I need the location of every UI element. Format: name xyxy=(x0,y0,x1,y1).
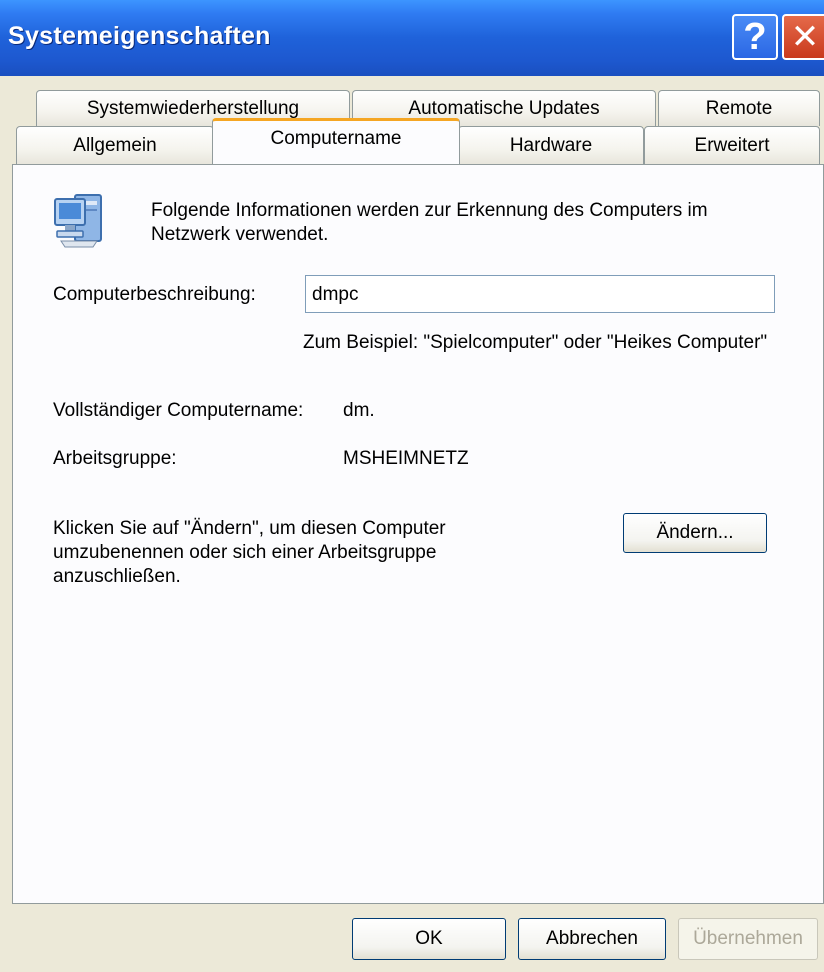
ok-button-label: OK xyxy=(415,928,443,949)
tab-allgemein[interactable]: Allgemein xyxy=(16,126,214,164)
tab-label: Systemwiederherstellung xyxy=(86,97,300,119)
title-bar[interactable]: Systemeigenschaften ? ✕ xyxy=(0,0,824,76)
workgroup-label: Arbeitsgruppe: xyxy=(53,448,177,469)
help-button[interactable]: ? xyxy=(732,14,778,60)
info-text: Folgende Informationen werden zur Erkenn… xyxy=(151,200,708,245)
tab-label: Automatische Updates xyxy=(408,97,600,119)
help-icon: ? xyxy=(743,15,767,58)
description-label: Computerbeschreibung: xyxy=(53,284,256,305)
ok-button[interactable]: OK xyxy=(352,918,506,960)
example-hint: Zum Beispiel: "Spielcomputer" oder "Heik… xyxy=(303,332,768,353)
close-icon: ✕ xyxy=(790,18,820,56)
tab-label: Erweitert xyxy=(694,134,770,156)
fullname-label: Vollständiger Computername: xyxy=(53,400,304,421)
tab-computername[interactable]: Computername xyxy=(212,118,460,164)
tab-remote[interactable]: Remote xyxy=(658,90,820,126)
tab-label: Computername xyxy=(270,127,402,149)
tab-label: Remote xyxy=(705,97,773,119)
tab-label: Hardware xyxy=(509,134,593,156)
change-button[interactable]: Ändern... xyxy=(623,513,767,553)
apply-button-label: Übernehmen xyxy=(693,928,803,949)
workgroup-value: MSHEIMNETZ xyxy=(343,448,469,469)
tab-hardware[interactable]: Hardware xyxy=(458,126,644,164)
change-button-label: Ändern... xyxy=(656,522,734,543)
tab-panel-computername: Folgende Informationen werden zur Erkenn… xyxy=(12,164,824,904)
window-title: Systemeigenschaften xyxy=(8,22,271,50)
change-instructions: Klicken Sie auf "Ändern", um diesen Comp… xyxy=(53,518,446,587)
tab-erweitert[interactable]: Erweitert xyxy=(644,126,820,164)
computer-description-input[interactable]: dmpc xyxy=(305,275,775,313)
fullname-value: dm. xyxy=(343,400,375,421)
tab-label: Allgemein xyxy=(73,134,157,156)
computer-network-icon xyxy=(53,189,105,251)
cancel-button-label: Abbrechen xyxy=(546,928,638,949)
cancel-button[interactable]: Abbrechen xyxy=(518,918,666,960)
apply-button[interactable]: Übernehmen xyxy=(678,918,818,960)
close-button[interactable]: ✕ xyxy=(782,14,824,60)
